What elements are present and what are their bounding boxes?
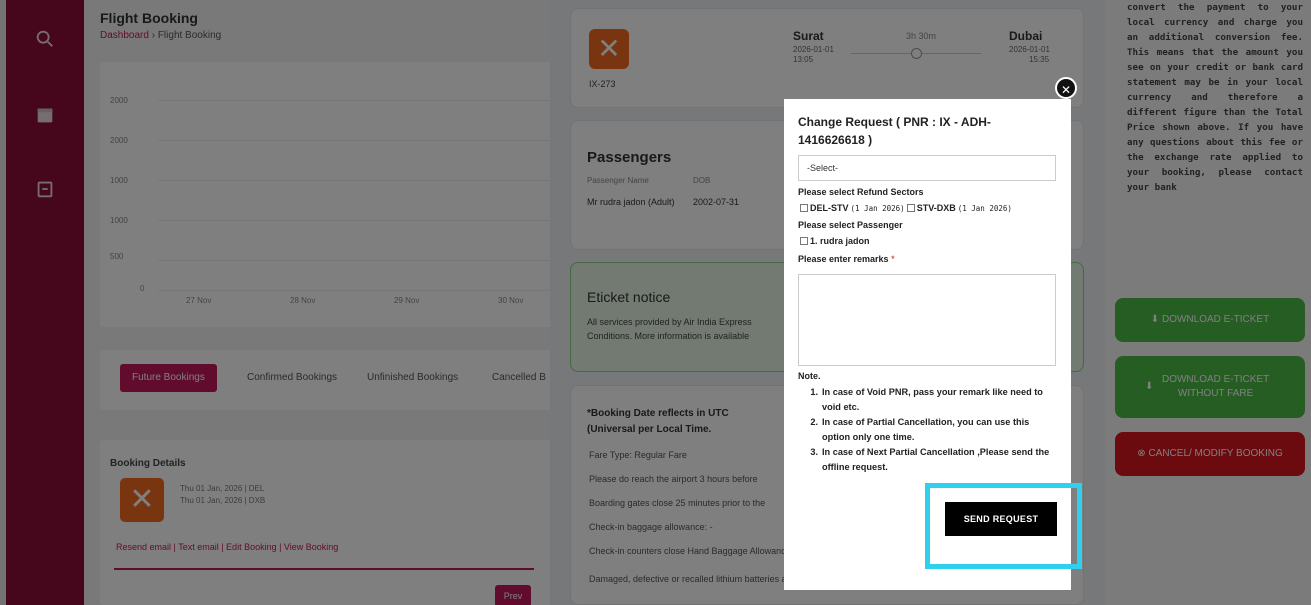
note-list: 1. In case of Void PNR, pass your remark … <box>804 385 1054 475</box>
send-request-button[interactable]: SEND REQUEST <box>945 502 1057 536</box>
remarks-label: Please enter remarks * <box>798 254 895 264</box>
remarks-textarea[interactable] <box>798 274 1056 366</box>
refund-sectors-label: Please select Refund Sectors <box>798 187 924 197</box>
passenger-option: 1. rudra jadon <box>800 236 870 246</box>
modal-backdrop[interactable] <box>0 0 1311 605</box>
note-item: In case of Partial Cancellation, you can… <box>822 417 1030 442</box>
sector-checkbox-2[interactable] <box>906 204 915 212</box>
note-item: In case of Next Partial Cancellation ,Pl… <box>822 447 1050 472</box>
passenger-label: Please select Passenger <box>798 220 903 230</box>
sector-options: DEL-STV (1 Jan 2026) STV-DXB (1 Jan 2026) <box>800 203 1014 213</box>
note-title: Note. <box>798 371 821 381</box>
note-item: In case of Void PNR, pass your remark li… <box>822 387 1043 412</box>
passenger-checkbox[interactable] <box>800 237 808 245</box>
sector-checkbox-1[interactable] <box>800 204 808 212</box>
request-type-select[interactable]: -Select- <box>798 155 1056 181</box>
close-icon[interactable]: ✕ <box>1055 77 1077 99</box>
modal-title: Change Request ( PNR : IX - ADH-14166266… <box>798 115 991 147</box>
